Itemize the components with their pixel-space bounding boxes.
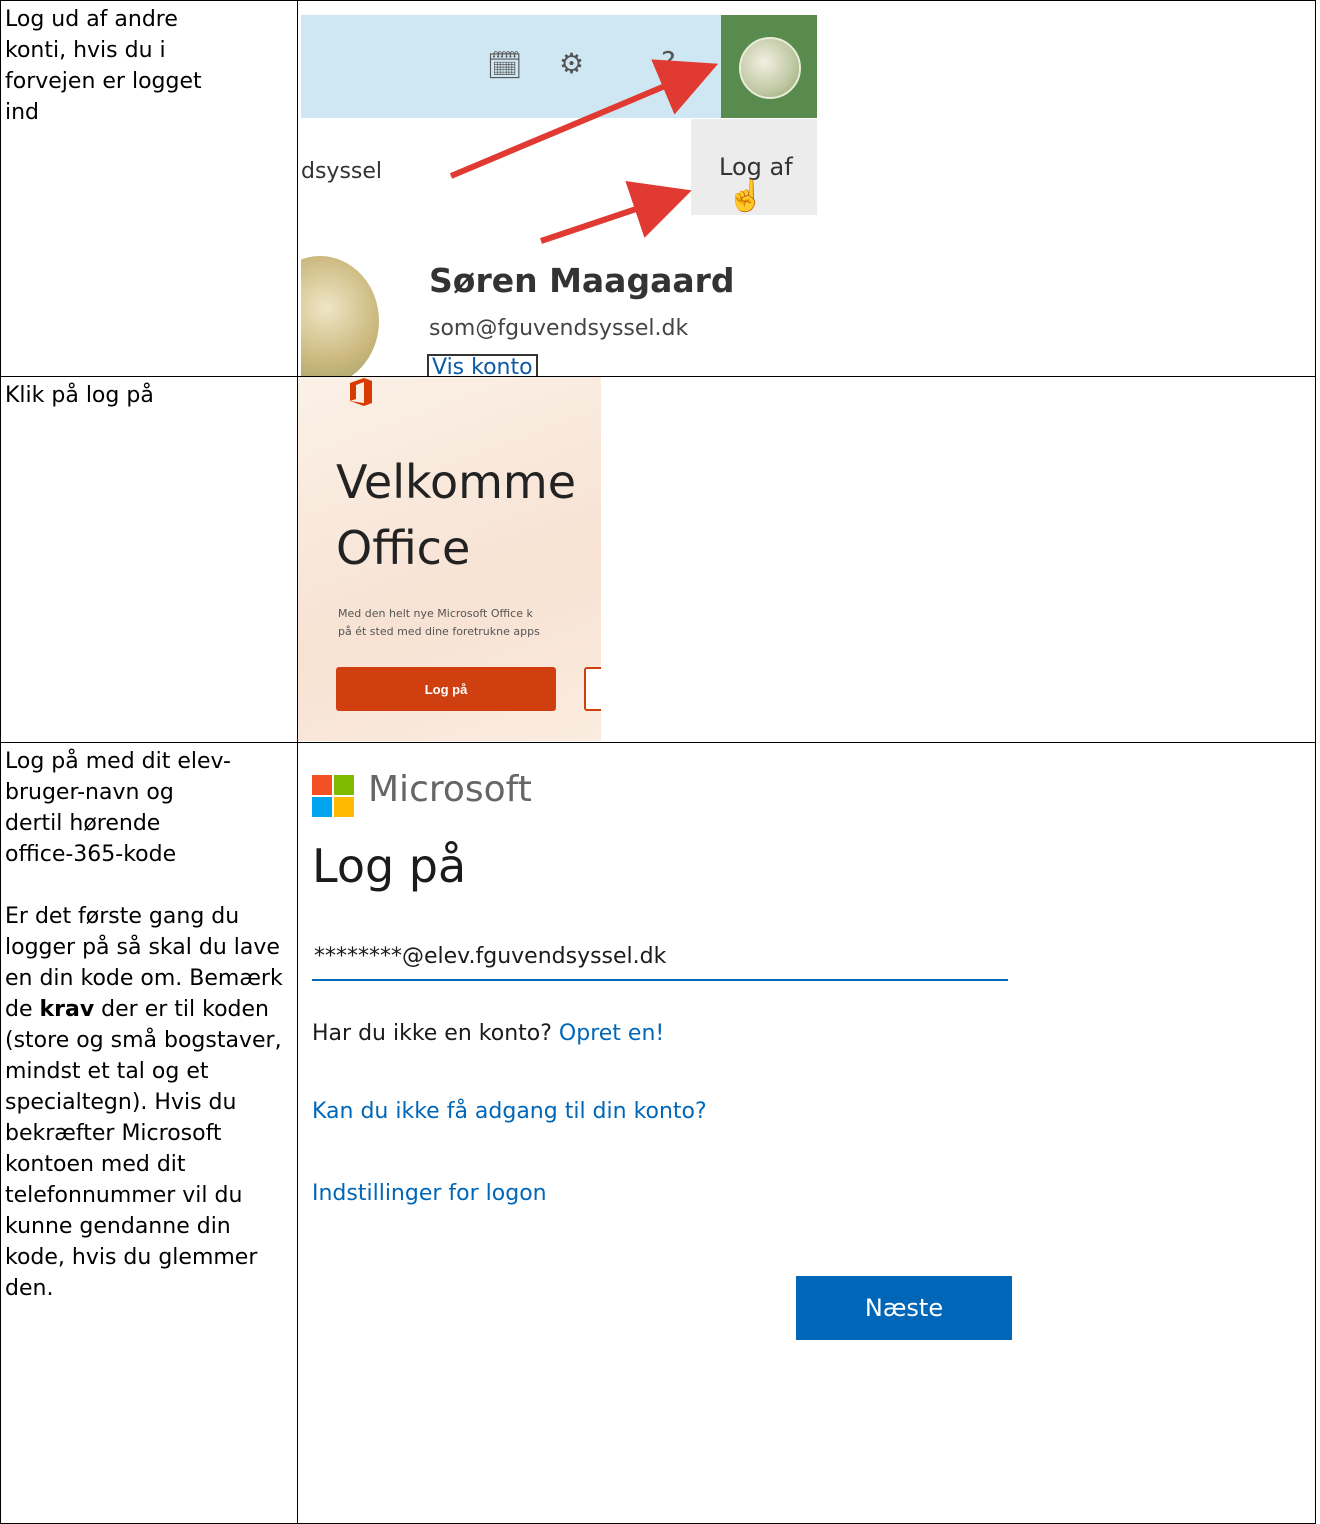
- no-account-line: Har du ikke en konto? Opret en!: [312, 1021, 665, 1046]
- welcome-desc: Med den helt nye Microsoft Office k: [338, 607, 533, 620]
- table-row: Log på med dit elev- bruger-navn og dert…: [0, 742, 1316, 1524]
- create-account-link[interactable]: Opret en!: [559, 1021, 664, 1046]
- instruction-cell: Log ud af andre konti, hvis du i forveje…: [0, 0, 298, 377]
- secondary-button[interactable]: [584, 667, 601, 711]
- microsoft-logo-icon: [312, 775, 354, 817]
- screenshot-cell: 🗓 ⚙ ? Log af ☝ dsyssel Søren Maagaard so…: [297, 0, 1316, 377]
- signin-options-link[interactable]: Indstillinger for logon: [312, 1181, 547, 1206]
- welcome-title: Velkomme: [336, 455, 577, 509]
- arrow-to-avatar: [449, 59, 719, 179]
- microsoft-wordmark: Microsoft: [368, 769, 532, 810]
- instruction-table: Log ud af andre konti, hvis du i forveje…: [0, 0, 1316, 1524]
- table-row: Log ud af andre konti, hvis du i forveje…: [0, 0, 1316, 377]
- office-logo-icon: [350, 378, 372, 406]
- arrow-to-signout: [540, 181, 692, 244]
- arrow-annotations: [449, 59, 719, 244]
- microsoft-signin-screenshot: Microsoft Log på ********@elev.fguvendsy…: [299, 744, 1315, 1523]
- next-button[interactable]: Næste: [796, 1276, 1012, 1340]
- table-row: Klik på log på Velkomme Office Med den h…: [0, 376, 1316, 743]
- instruction-cell: Klik på log på: [0, 376, 298, 743]
- log-on-button[interactable]: Log på: [336, 667, 556, 711]
- office-welcome-screenshot: Velkomme Office Med den helt nye Microso…: [298, 377, 601, 741]
- welcome-title-2: Office: [336, 521, 471, 575]
- email-field[interactable]: ********@elev.fguvendsyssel.dk: [312, 939, 1008, 981]
- instruction-paragraph: Er det første gang du logger på så skal …: [5, 904, 283, 1301]
- cant-access-link[interactable]: Kan du ikke få adgang til din konto?: [312, 1099, 707, 1124]
- instruction-cell: Log på med dit elev- bruger-navn og dert…: [0, 742, 298, 1524]
- screenshot-cell: Microsoft Log på ********@elev.fguvendsy…: [297, 742, 1316, 1524]
- page-title: Log på: [312, 839, 467, 893]
- welcome-desc-2: på ét sted med dine foretrukne apps: [338, 625, 540, 638]
- signout-screenshot: 🗓 ⚙ ? Log af ☝ dsyssel Søren Maagaard so…: [301, 1, 817, 376]
- screenshot-cell: Velkomme Office Med den helt nye Microso…: [297, 376, 1316, 743]
